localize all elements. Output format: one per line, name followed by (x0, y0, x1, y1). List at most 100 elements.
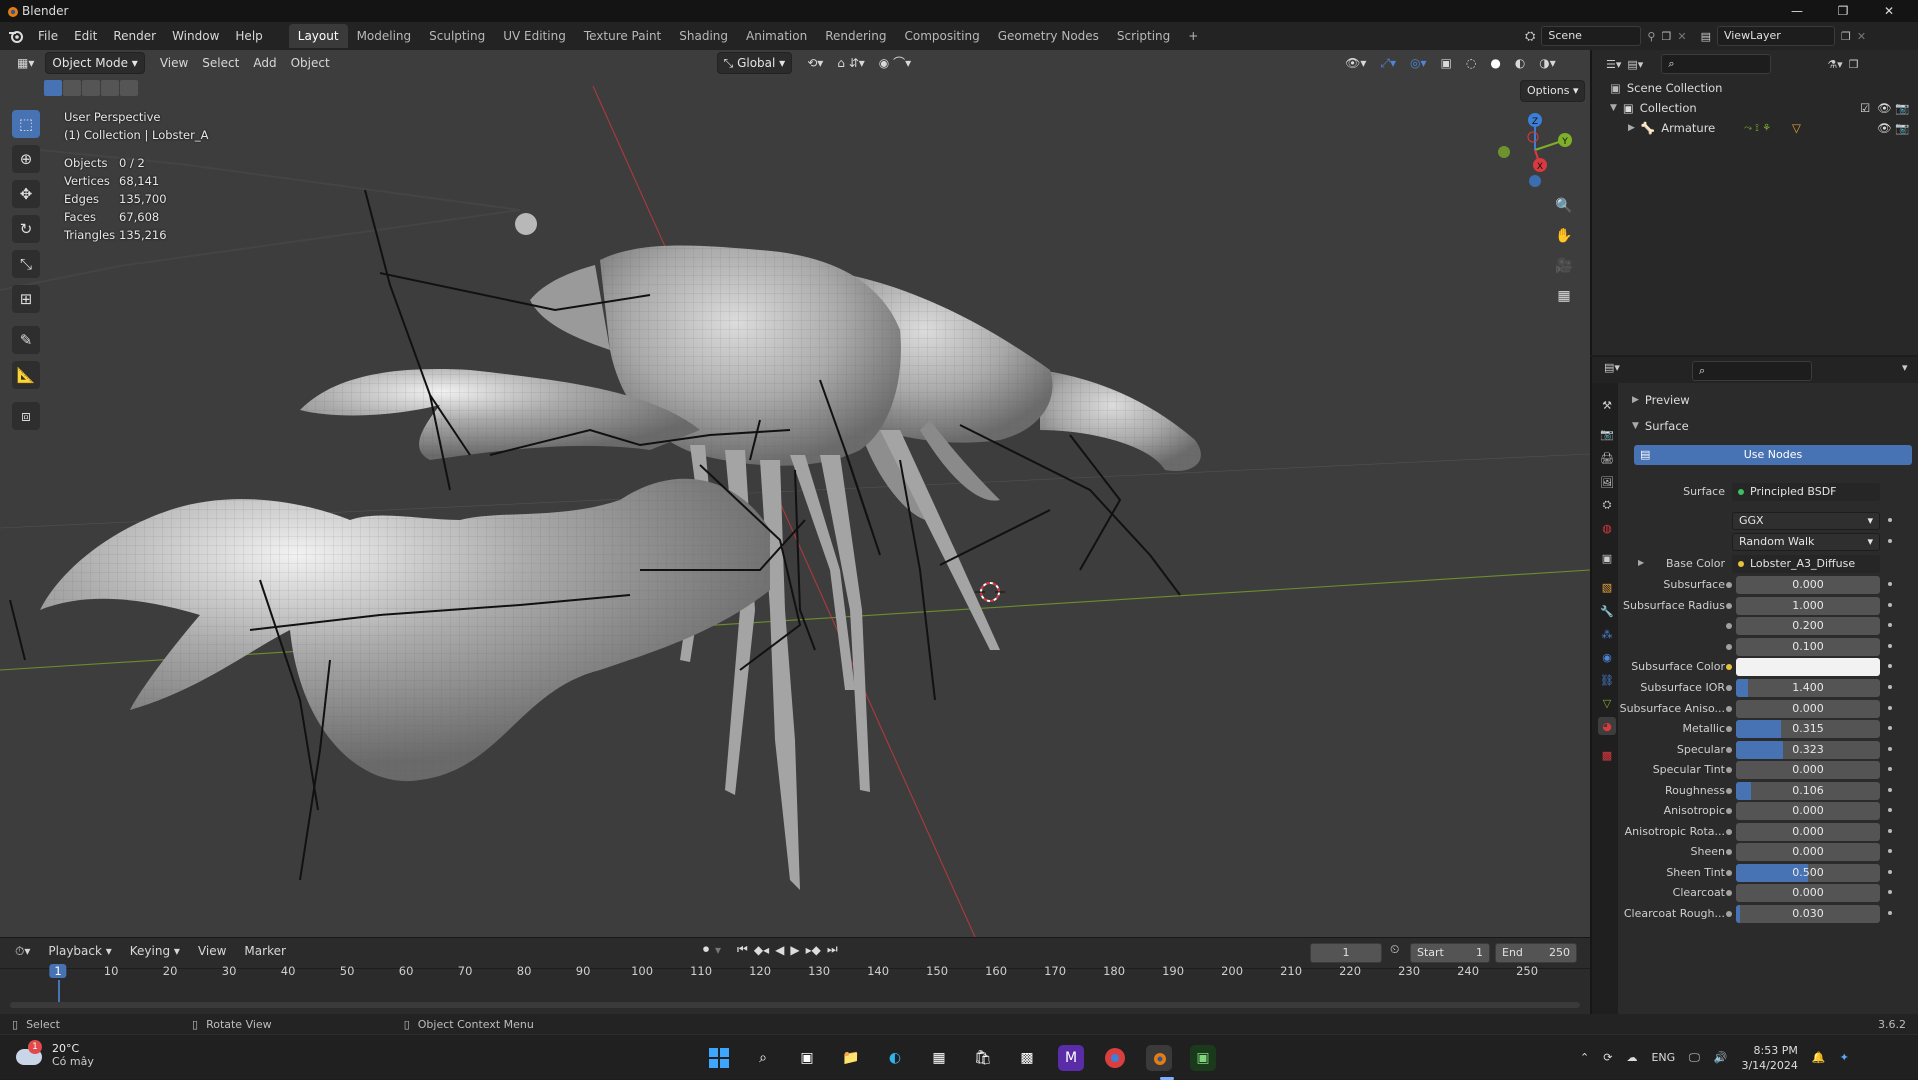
collection-render-icon[interactable]: 📷 (1895, 101, 1909, 115)
properties-search-input[interactable]: ⌕ (1692, 361, 1812, 381)
tool-tab-icon[interactable]: ⚒ (1598, 396, 1616, 414)
socket-dot-icon[interactable] (1726, 726, 1732, 732)
ortho-grid-icon[interactable]: ▦ (1552, 284, 1576, 308)
socket-dot-icon[interactable] (1726, 910, 1732, 917)
view-layer-icon[interactable]: ▤ (1701, 30, 1711, 43)
close-button[interactable]: ✕ (1866, 0, 1912, 22)
outliner-search-input[interactable]: ⌕ (1661, 54, 1772, 74)
property-slider[interactable]: 0.315 (1736, 720, 1880, 738)
socket-dot-icon[interactable] (1726, 808, 1732, 814)
distribution-dropdown[interactable]: GGX ▾ (1732, 512, 1880, 530)
socket-dot-icon[interactable] (1726, 767, 1732, 773)
property-slider[interactable]: 0.100 (1736, 637, 1880, 656)
particles-tab-icon[interactable]: ⁂ (1598, 625, 1616, 643)
expand-arrow-icon[interactable]: ▶ (1638, 558, 1644, 567)
keyframe-dot-icon[interactable] (1888, 582, 1892, 586)
socket-dot-icon[interactable] (1726, 685, 1732, 691)
gizmo-neg-x-icon[interactable] (1527, 131, 1539, 143)
editor-type-icon[interactable]: ▦▾ (10, 53, 41, 73)
select-new-icon[interactable] (44, 80, 62, 96)
socket-dot-icon[interactable] (1726, 643, 1732, 650)
blender-taskbar-icon[interactable] (1146, 1045, 1172, 1071)
keyframe-dot-icon[interactable] (1888, 623, 1892, 627)
menu-file[interactable]: File (30, 22, 66, 50)
keyframe-dot-icon[interactable] (1888, 685, 1892, 689)
timeline-scrollbar[interactable] (10, 1002, 1580, 1008)
data-tab-icon[interactable]: ▽ (1598, 694, 1616, 712)
collection-visibility-icon[interactable]: 👁 (1877, 101, 1892, 115)
add-cube-tool-icon[interactable]: ⧈ (12, 402, 40, 430)
overlay-toggle-icon[interactable]: ◎▾ (1403, 53, 1434, 73)
scale-tool-icon[interactable]: ⤡ (12, 250, 40, 278)
expand-arrow-icon[interactable]: ▶ (1628, 123, 1635, 133)
shading-material-icon[interactable]: ◐ (1508, 53, 1532, 73)
gizmo-neg-z-icon[interactable] (1529, 175, 1541, 187)
display-mode-icon[interactable]: ▤▾ (1627, 58, 1643, 71)
start-windows-icon[interactable] (706, 1045, 732, 1071)
socket-dot-icon[interactable] (1726, 602, 1732, 609)
app-icon[interactable]: ▦ (926, 1045, 952, 1071)
chrome-icon[interactable] (1102, 1045, 1128, 1071)
maximize-button[interactable]: ❐ (1820, 0, 1866, 22)
select-extend-icon[interactable] (63, 80, 81, 96)
keyframe-dot-icon[interactable] (1888, 849, 1892, 853)
menu-help[interactable]: Help (227, 22, 270, 50)
constraints-tab-icon[interactable]: ⛓ (1598, 671, 1616, 689)
view-layer-tab-icon[interactable]: 🖼 (1598, 473, 1616, 491)
property-slider[interactable]: 0.000 (1736, 576, 1880, 594)
keyframe-dot-icon[interactable] (1888, 705, 1892, 710)
clock[interactable]: 8:53 PM 3/14/2024 (1741, 1043, 1797, 1073)
texture-tab-icon[interactable]: ▩ (1598, 746, 1616, 764)
keyframe-dot-icon[interactable] (1888, 746, 1892, 751)
add-workspace-button[interactable]: + (1179, 24, 1207, 48)
world-tab-icon[interactable]: ◍ (1598, 519, 1616, 537)
pivot-point-icon[interactable]: ⟲▾ (800, 53, 830, 73)
socket-dot-icon[interactable] (1726, 869, 1732, 876)
mode-dropdown[interactable]: Object Mode ▾ (45, 52, 145, 74)
property-slider[interactable]: 0.030 (1736, 904, 1880, 923)
proportional-edit-icon[interactable]: ◉ ⌒▾ (872, 53, 918, 73)
task-view-icon[interactable]: ▣ (794, 1045, 820, 1071)
navigation-gizmo[interactable]: Z Y X (1495, 110, 1575, 190)
socket-dot-icon[interactable] (1726, 664, 1732, 670)
tab-shading[interactable]: Shading (670, 24, 737, 48)
material-tab-icon[interactable]: ◕ (1598, 717, 1616, 735)
tab-animation[interactable]: Animation (737, 24, 816, 48)
property-slider[interactable]: 1.000 (1736, 596, 1880, 615)
edge-browser-icon[interactable]: ◐ (882, 1045, 908, 1071)
language-indicator[interactable]: ENG (1651, 1051, 1675, 1064)
options-dropdown[interactable]: Options ▾ (1520, 80, 1586, 102)
property-slider[interactable]: 0.106 (1736, 781, 1880, 800)
use-nodes-button[interactable]: ▤ Use Nodes (1634, 445, 1912, 465)
3d-cursor[interactable] (975, 582, 1005, 602)
menu-render[interactable]: Render (105, 22, 164, 50)
xray-icon[interactable]: ▣ (1434, 53, 1459, 73)
property-slider[interactable]: 0.000 (1736, 884, 1880, 902)
tab-scripting[interactable]: Scripting (1108, 24, 1179, 48)
property-slider[interactable]: 0.000 (1736, 699, 1880, 718)
keyframe-dot-icon[interactable] (1888, 726, 1892, 730)
property-slider[interactable]: 1.400 (1736, 679, 1880, 697)
view-layer-field[interactable]: ViewLayer (1716, 26, 1835, 46)
armature-render-icon[interactable]: 📷 (1895, 121, 1909, 135)
blender-menu-icon[interactable] (8, 28, 24, 44)
playhead-line[interactable] (58, 980, 60, 1002)
socket-dot-icon[interactable] (1726, 787, 1732, 794)
notification-icon[interactable]: 🔔 (1812, 1051, 1826, 1064)
rotate-tool-icon[interactable]: ↻ (12, 215, 40, 243)
modifier-tab-icon[interactable]: 🔧 (1598, 602, 1616, 620)
transform-orientation-dropdown[interactable]: ⤡ Global ▾ (716, 52, 793, 74)
socket-dot-icon[interactable] (1726, 828, 1732, 835)
property-slider[interactable]: 0.200 (1736, 617, 1880, 635)
property-slider[interactable]: 0.000 (1736, 843, 1880, 861)
tab-modeling[interactable]: Modeling (348, 24, 421, 48)
preview-panel-header[interactable]: ▶ Preview (1632, 393, 1690, 407)
keyframe-dot-icon[interactable] (1888, 518, 1892, 522)
pan-hand-icon[interactable]: ✋ (1552, 224, 1576, 248)
onedrive-icon[interactable]: ☁ (1626, 1051, 1637, 1064)
timeline[interactable]: ⏱▾ Playback ▾ Keying ▾ View Marker ⏺ ▾ ⏮ … (0, 937, 1590, 1014)
tab-layout[interactable]: Layout (288, 24, 348, 48)
base-color-node-field[interactable]: Lobster_A3_Diffuse (1732, 555, 1880, 573)
collection-checkbox-icon[interactable]: ☑ (1860, 101, 1870, 115)
view-menu[interactable]: View (153, 53, 195, 73)
